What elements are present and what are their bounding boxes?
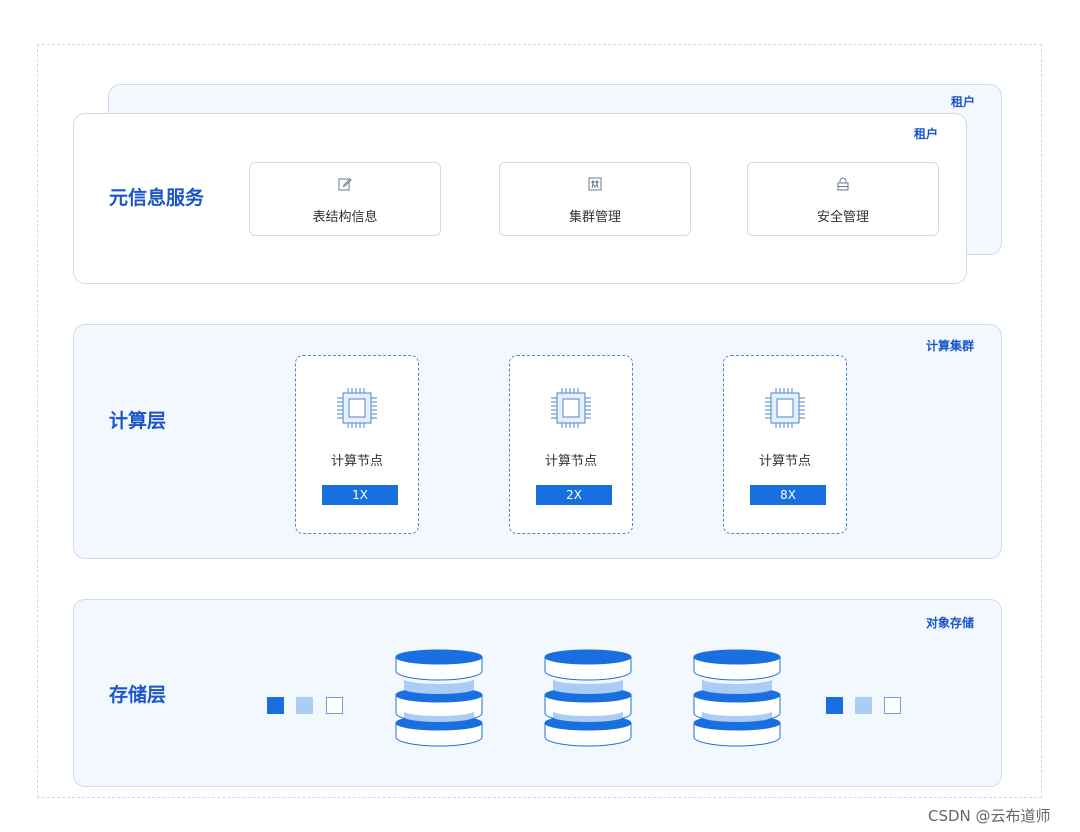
cluster-icon [588, 177, 602, 191]
storage-block-filled [267, 697, 284, 714]
lock-icon [837, 177, 849, 191]
cpu-chip-icon [551, 388, 591, 428]
tenant-front-tag: 租户 [913, 127, 938, 141]
watermark: CSDN @云布道师 [928, 807, 1051, 825]
compute-node-scale-badge: 2X [536, 485, 612, 505]
compute-node-2x[interactable]: 计算节点 2X [509, 355, 633, 534]
compute-node-8x[interactable]: 计算节点 8X [723, 355, 847, 534]
storage-block-empty [884, 697, 901, 714]
meta-card-schema[interactable]: 表结构信息 [249, 162, 441, 236]
compute-node-label: 计算节点 [330, 454, 383, 469]
compute-node-label: 计算节点 [758, 454, 811, 469]
meta-card-label: 安全管理 [816, 210, 869, 225]
compute-node-1x[interactable]: 计算节点 1X [295, 355, 419, 534]
storage-layer-title: 存储层 [109, 684, 167, 706]
storage-block-empty [326, 697, 343, 714]
tenant-back-tag: 租户 [950, 95, 975, 109]
storage-block-light [296, 697, 313, 714]
cpu-chip-icon [765, 388, 805, 428]
cpu-chip-icon [337, 388, 377, 428]
meta-card-cluster[interactable]: 集群管理 [499, 162, 691, 236]
storage-block-light [855, 697, 872, 714]
storage-layer-panel: 对象存储 [73, 599, 1002, 787]
metadata-service-title: 元信息服务 [109, 187, 205, 209]
compute-node-scale-badge: 8X [750, 485, 826, 505]
database-icon [693, 649, 781, 747]
object-storage-tag: 对象存储 [925, 616, 974, 630]
database-icon [395, 649, 483, 747]
meta-card-label: 集群管理 [568, 210, 621, 225]
compute-node-scale-badge: 1X [322, 485, 398, 505]
compute-cluster-tag: 计算集群 [925, 339, 974, 353]
compute-node-label: 计算节点 [544, 454, 597, 469]
edit-icon [338, 178, 352, 191]
compute-layer-title: 计算层 [109, 410, 167, 432]
storage-block-filled [826, 697, 843, 714]
database-icon [544, 649, 632, 747]
meta-card-security[interactable]: 安全管理 [747, 162, 939, 236]
meta-card-label: 表结构信息 [312, 210, 378, 225]
